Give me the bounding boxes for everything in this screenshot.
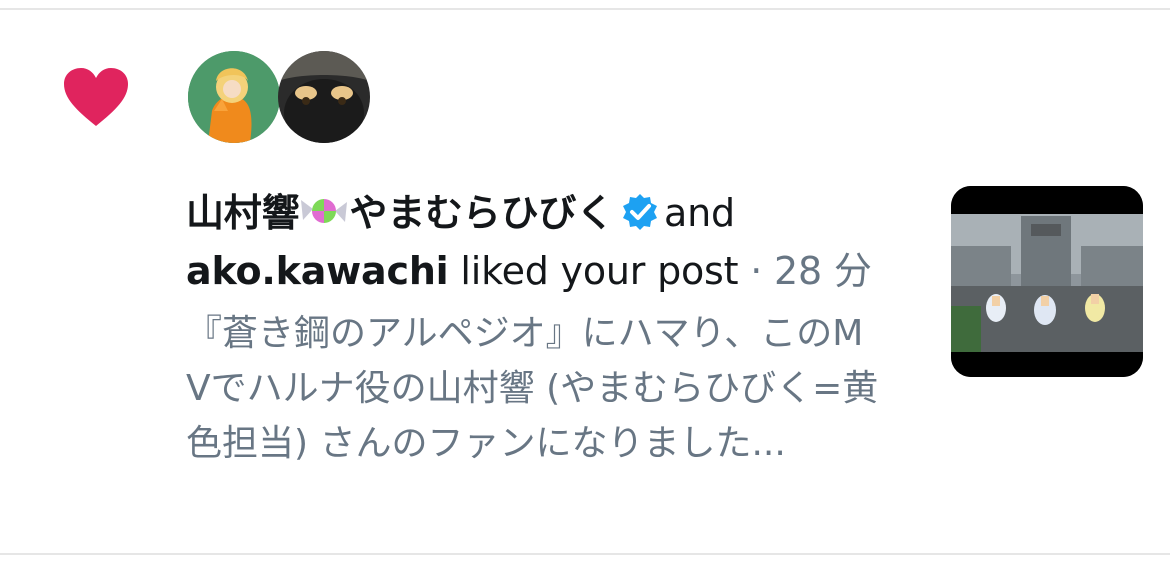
top-divider [0,8,1170,10]
candy-icon [301,199,348,223]
user2-name[interactable]: ako.kawachi [186,249,449,293]
user1-handle-jp[interactable]: やまむらひびく [349,191,614,235]
verified-badge-icon [623,194,658,230]
heart-icon [64,68,128,126]
timestamp: 28 分 [774,249,872,293]
separator-dot: · [750,249,763,293]
post-snippet: 『蒼き鋼のアルペジオ』にハマり、このMVでハルナ役の山村響 (やまむらひびく=黄… [186,313,879,464]
conjunction-text: and [664,191,735,235]
avatar-dog-icon[interactable] [278,51,370,143]
user1-name[interactable]: 山村響 [186,191,300,235]
post-thumbnail[interactable] [951,186,1143,377]
video-thumbnail-image [951,186,1143,377]
notification-headline: 山村響 やまむらひびく and ako.kawachi liked your p… [186,184,906,300]
notification-body[interactable]: 山村響 やまむらひびく and ako.kawachi liked your p… [186,184,906,471]
liker-avatars [188,51,370,147]
avatar-person-icon[interactable] [188,51,280,143]
action-text: liked your post [460,249,739,293]
bottom-divider [0,553,1170,555]
